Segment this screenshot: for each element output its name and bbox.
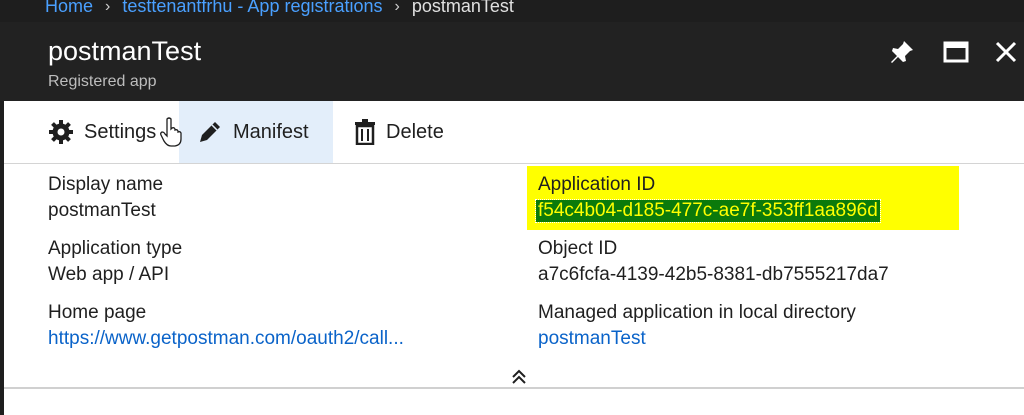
page-subtitle: Registered app [48,73,157,90]
pin-icon [891,41,913,63]
display-name-property: Display name postmanTest [48,174,163,222]
managed-app-link[interactable]: postmanTest [538,328,856,350]
essentials-divider [4,387,1024,389]
application-type-property: Application type Web app / API [48,238,182,286]
page-title: postmanTest [48,36,202,66]
home-page-label: Home page [48,302,147,323]
close-icon [995,41,1017,63]
managed-app-property: Managed application in local directory p… [538,302,856,350]
home-page-property: Home page https://www.getpostman.com/oau… [48,302,404,350]
display-name-value: postmanTest [48,200,156,221]
object-id-property: Object ID a7c6fcfa-4139-42b5-8381-db7555… [538,238,889,286]
close-button[interactable] [988,34,1024,70]
command-bar: Settings Manifest Delete [4,101,1024,164]
manifest-button[interactable]: Manifest [179,101,333,163]
maximize-icon [943,41,969,63]
object-id-value[interactable]: a7c6fcfa-4139-42b5-8381-db7555217da7 [538,264,889,286]
manifest-label: Manifest [233,120,309,143]
blade-header: postmanTest Registered app [0,22,1024,101]
settings-label: Settings [84,120,157,143]
breadcrumb-separator-icon: › [105,0,111,15]
managed-app-label: Managed application in local directory [538,302,856,323]
application-id-label: Application ID [538,174,656,195]
pencil-icon [197,119,223,145]
collapse-essentials-button[interactable] [508,367,530,387]
display-name-label: Display name [48,174,164,195]
pin-button[interactable] [884,34,920,70]
home-page-link[interactable]: https://www.getpostman.com/oauth2/call..… [48,328,404,350]
double-chevron-up-icon [512,369,526,384]
application-id-value[interactable]: f54c4b04-d185-477c-ae7f-353ff1aa896d [535,199,881,223]
application-type-label: Application type [48,238,183,259]
maximize-button[interactable] [938,34,974,70]
application-id-property: Application ID f54c4b04-d185-477c-ae7f-3… [535,174,881,223]
breadcrumb: Home › testtenantfrhu - App registration… [0,0,1024,22]
settings-button[interactable]: Settings [48,101,172,163]
delete-button[interactable]: Delete [354,101,444,163]
hand-cursor-icon [160,117,182,147]
object-id-label: Object ID [538,238,618,259]
breadcrumb-current: postmanTest [411,0,514,16]
gear-icon [48,119,74,145]
breadcrumb-app-registrations-link[interactable]: testtenantfrhu - App registrations [122,0,382,17]
breadcrumb-home-link[interactable]: Home [45,0,93,17]
delete-label: Delete [386,120,444,143]
trash-icon [354,119,376,145]
application-type-value: Web app / API [48,264,170,285]
breadcrumb-separator-icon: › [394,0,400,15]
